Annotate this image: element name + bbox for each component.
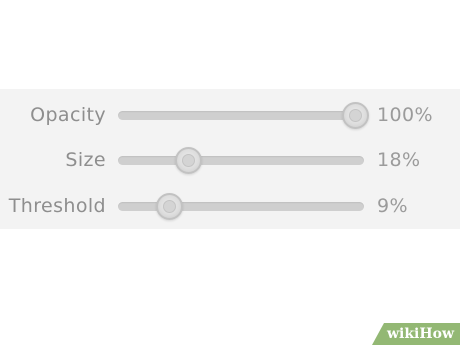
size-slider-thumb[interactable] — [174, 147, 202, 174]
size-value: 18% — [377, 149, 421, 171]
threshold-slider-track[interactable] — [118, 193, 364, 220]
opacity-label: Opacity — [30, 104, 106, 126]
wikihow-watermark-logo: wikiHow — [372, 323, 460, 345]
threshold-slider-thumb[interactable] — [156, 193, 184, 220]
threshold-slider-row: Threshold 9% — [0, 191, 460, 221]
opacity-slider-track[interactable] — [118, 102, 369, 129]
size-slider-row: Size 18% — [0, 145, 460, 175]
size-label: Size — [65, 149, 106, 171]
opacity-slider-row: Opacity 100% — [0, 100, 460, 130]
opacity-slider-thumb[interactable] — [342, 102, 369, 129]
size-slider-track[interactable] — [118, 147, 364, 174]
threshold-value: 9% — [377, 195, 408, 217]
opacity-value: 100% — [377, 104, 433, 126]
slider-panel: Opacity 100% Size 18% Threshold 9% — [0, 89, 460, 229]
threshold-label: Threshold — [8, 195, 106, 217]
